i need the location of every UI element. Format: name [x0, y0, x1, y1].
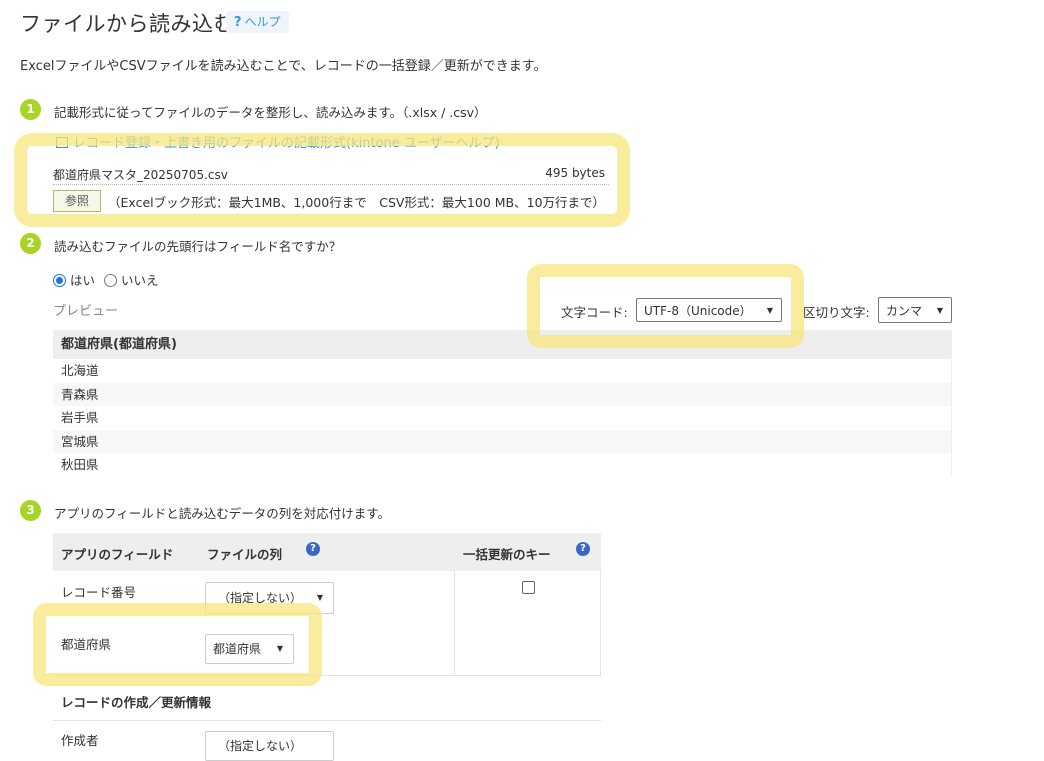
highlight-mark: [33, 603, 322, 686]
preview-header: 都道府県(都道府県): [53, 330, 952, 359]
radio-yes-label: はい: [70, 273, 96, 288]
row-divider: [53, 720, 601, 721]
col-bulk-key: 一括更新のキー: [463, 547, 551, 562]
step-3-text: アプリのフィールドと読み込むデータの列を対応付けます。: [54, 506, 391, 521]
creator-select-value: （指定しない）: [218, 739, 303, 753]
page-description: ExcelファイルやCSVファイルを読み込むことで、レコードの一括登録／更新がで…: [20, 59, 547, 74]
radio-no-icon[interactable]: [104, 274, 117, 287]
highlight-mark: [14, 133, 630, 227]
delimiter-value: カンマ: [886, 304, 923, 318]
creator-column-select[interactable]: （指定しない）: [205, 731, 334, 761]
help-button[interactable]: ? ヘルプ: [226, 11, 289, 33]
step-1-badge: 1: [20, 99, 41, 120]
preview-row: 青森県: [53, 382, 952, 406]
help-label: ヘルプ: [244, 15, 281, 29]
preview-table: 都道府県(都道府県) 北海道 青森県 岩手県 宮城県 秋田県: [53, 330, 952, 477]
step-2-badge: 2: [20, 233, 41, 254]
step-1-text: 記載形式に従ってファイルのデータを整形し、読み込みます。（.xlsx / .cs…: [54, 105, 487, 120]
step-3-badge: 3: [20, 500, 41, 521]
preview-row: 北海道: [53, 359, 952, 383]
column-divider: [454, 571, 455, 675]
col-file-column: ファイルの列: [207, 547, 283, 562]
column-divider: [600, 571, 601, 675]
mapping-header: アプリのフィールド ファイルの列 ? 一括更新のキー ?: [53, 533, 601, 571]
radio-no[interactable]: いいえ: [104, 270, 159, 289]
preview-label: プレビュー: [53, 304, 119, 319]
delimiter-label: 区切り文字:: [803, 305, 870, 320]
preview-row: 岩手県: [53, 406, 952, 430]
chevron-down-icon: ▼: [936, 306, 943, 315]
highlight-mark: [527, 264, 804, 348]
help-icon[interactable]: ?: [576, 542, 590, 556]
field-creator: 作成者: [61, 733, 99, 748]
page-title: ファイルから読み込む: [20, 12, 235, 36]
bulk-key-checkbox[interactable]: [522, 581, 535, 594]
preview-row: 秋田県: [53, 453, 952, 477]
radio-yes[interactable]: はい: [53, 270, 95, 289]
step-2-text: 読み込むファイルの先頭行はフィールド名ですか？: [54, 239, 342, 254]
radio-no-label: いいえ: [121, 273, 159, 288]
help-icon[interactable]: ?: [306, 542, 320, 556]
col-app-field: アプリのフィールド: [61, 547, 174, 562]
radio-yes-icon[interactable]: [53, 274, 66, 287]
delimiter-select[interactable]: カンマ ▼: [878, 297, 952, 323]
preview-row: 宮城県: [53, 429, 952, 453]
field-record-number: レコード番号: [61, 585, 137, 600]
record-info-section-title: レコードの作成／更新情報: [61, 695, 212, 710]
help-question-icon: ?: [234, 15, 242, 30]
